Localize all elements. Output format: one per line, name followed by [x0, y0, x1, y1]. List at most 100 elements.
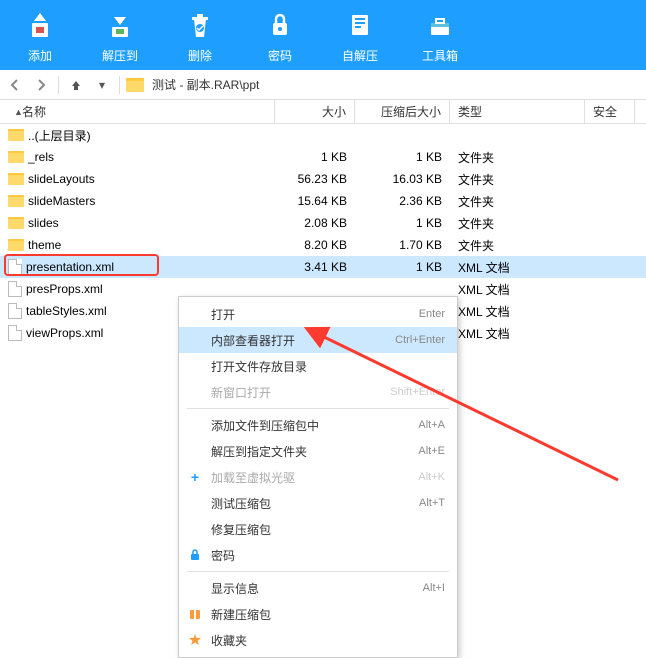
table-header: ▲名称 大小 压缩后大小 类型 安全	[0, 100, 646, 124]
toolbar-add-button[interactable]: 添加	[0, 0, 80, 70]
menu-item-label: 密码	[211, 547, 235, 564]
extract-icon	[102, 7, 138, 43]
menu-item[interactable]: 密码	[179, 542, 457, 568]
menu-separator	[187, 408, 449, 409]
menu-item-shortcut: Alt+I	[423, 582, 445, 594]
file-size: 56.23 KB	[275, 172, 355, 186]
file-compressed-size: 1 KB	[355, 216, 450, 230]
menu-item-label: 新窗口打开	[211, 384, 271, 401]
star-icon	[187, 632, 203, 648]
nav-dropdown-button[interactable]: ▾	[91, 74, 113, 96]
file-type: 文件夹	[450, 237, 585, 254]
menu-item: 新窗口打开 Shift+Enter	[179, 379, 457, 405]
file-type: 文件夹	[450, 215, 585, 232]
menu-item[interactable]: 新建压缩包	[179, 601, 457, 627]
file-name: tableStyles.xml	[26, 304, 107, 318]
file-name: viewProps.xml	[26, 326, 103, 340]
menu-item[interactable]: 解压到指定文件夹Alt+E	[179, 438, 457, 464]
file-size: 1 KB	[275, 150, 355, 164]
file-name: _rels	[28, 150, 54, 164]
menu-item-shortcut: Alt+A	[418, 419, 445, 431]
toolbar-toolbox-button[interactable]: 工具箱	[400, 0, 480, 70]
folder-icon	[8, 217, 24, 229]
sfx-icon	[342, 7, 378, 43]
menu-separator	[187, 571, 449, 572]
add-icon	[22, 7, 58, 43]
file-name: theme	[28, 238, 61, 252]
file-row[interactable]: ..(上层目录)	[0, 124, 646, 146]
context-menu: 打开Enter 内部查看器打开 Ctrl+Enter 打开文件存放目录新窗口打开 Shi…	[178, 296, 458, 658]
folder-icon	[8, 129, 24, 141]
toolbar-label: 自解压	[342, 47, 378, 64]
menu-item[interactable]: 显示信息 Alt+I	[179, 575, 457, 601]
file-compressed-size: 1.70 KB	[355, 238, 450, 252]
column-header-type[interactable]: 类型	[450, 100, 585, 123]
toolbox-icon	[422, 7, 458, 43]
folder-icon	[8, 173, 24, 185]
menu-item-label: 打开文件存放目录	[211, 358, 307, 375]
column-header-size[interactable]: 大小	[275, 100, 355, 123]
toolbar-sfx-button[interactable]: 自解压	[320, 0, 400, 70]
toolbar-extract-button[interactable]: 解压到	[80, 0, 160, 70]
menu-item-shortcut: Ctrl+Enter	[395, 334, 445, 346]
menu-item-label: 显示信息	[211, 580, 259, 597]
nav-back-button[interactable]	[4, 74, 26, 96]
file-type: 文件夹	[450, 193, 585, 210]
menu-item[interactable]: 测试压缩包Alt+T	[179, 490, 457, 516]
file-icon	[8, 325, 22, 341]
file-icon	[8, 281, 22, 297]
nav-forward-button[interactable]	[30, 74, 52, 96]
file-compressed-size: 16.03 KB	[355, 172, 450, 186]
file-row[interactable]: slideMasters15.64 KB2.36 KB文件夹	[0, 190, 646, 212]
menu-item[interactable]: 内部查看器打开 Ctrl+Enter	[179, 327, 457, 353]
file-row[interactable]: presentation.xml3.41 KB1 KBXML 文档	[0, 256, 646, 278]
nav-up-button[interactable]	[65, 74, 87, 96]
file-size: 8.20 KB	[275, 238, 355, 252]
toolbar-label: 添加	[28, 47, 52, 64]
lock-icon	[187, 547, 203, 563]
file-type: XML 文档	[450, 303, 585, 320]
file-compressed-size: 1 KB	[355, 260, 450, 274]
folder-icon	[126, 78, 144, 92]
file-name: slides	[28, 216, 59, 230]
file-name: ..(上层目录)	[28, 127, 91, 144]
file-compressed-size: 1 KB	[355, 150, 450, 164]
toolbar-lock-button[interactable]: 密码	[240, 0, 320, 70]
file-row[interactable]: _rels1 KB1 KB文件夹	[0, 146, 646, 168]
menu-item-label: 修复压缩包	[211, 521, 271, 538]
menu-item-label: 内部查看器打开	[211, 332, 295, 349]
file-name: presentation.xml	[26, 260, 114, 274]
breadcrumb-bar: ▾ 测试 - 副本.RAR\ppt	[0, 70, 646, 100]
menu-item[interactable]: 打开文件存放目录	[179, 353, 457, 379]
column-header-name[interactable]: ▲名称	[0, 100, 275, 123]
toolbar-delete-button[interactable]: 删除	[160, 0, 240, 70]
archive-icon	[187, 606, 203, 622]
file-row[interactable]: theme 8.20 KB1.70 KB文件夹	[0, 234, 646, 256]
file-type: XML 文档	[450, 325, 585, 342]
toolbar-label: 工具箱	[422, 47, 458, 64]
menu-item[interactable]: 修复压缩包	[179, 516, 457, 542]
menu-item[interactable]: 打开Enter	[179, 301, 457, 327]
file-type: XML 文档	[450, 281, 585, 298]
file-row[interactable]: slides2.08 KB1 KB文件夹	[0, 212, 646, 234]
file-icon	[8, 259, 22, 275]
menu-item-label: 收藏夹	[211, 632, 247, 649]
menu-item-shortcut: Shift+Enter	[390, 386, 445, 398]
menu-item[interactable]: 收藏夹	[179, 627, 457, 653]
menu-item[interactable]: 添加文件到压缩包中 Alt+A	[179, 412, 457, 438]
menu-item-label: 解压到指定文件夹	[211, 443, 307, 460]
breadcrumb-path: 测试 - 副本.RAR\ppt	[152, 76, 259, 93]
file-row[interactable]: slideLayouts56.23 KB16.03 KB文件夹	[0, 168, 646, 190]
menu-item-shortcut: Alt+K	[418, 471, 445, 483]
file-name: presProps.xml	[26, 282, 103, 296]
file-compressed-size: 2.36 KB	[355, 194, 450, 208]
menu-item-label: 加载至虚拟光驱	[211, 469, 295, 486]
menu-item: + 加载至虚拟光驱 Alt+K	[179, 464, 457, 490]
plus-icon: +	[187, 469, 203, 485]
menu-item-label: 添加文件到压缩包中	[211, 417, 319, 434]
menu-item-shortcut: Alt+T	[419, 497, 445, 509]
folder-icon	[8, 195, 24, 207]
column-header-security[interactable]: 安全	[585, 100, 635, 123]
lock-icon	[262, 7, 298, 43]
column-header-compressed[interactable]: 压缩后大小	[355, 100, 450, 123]
